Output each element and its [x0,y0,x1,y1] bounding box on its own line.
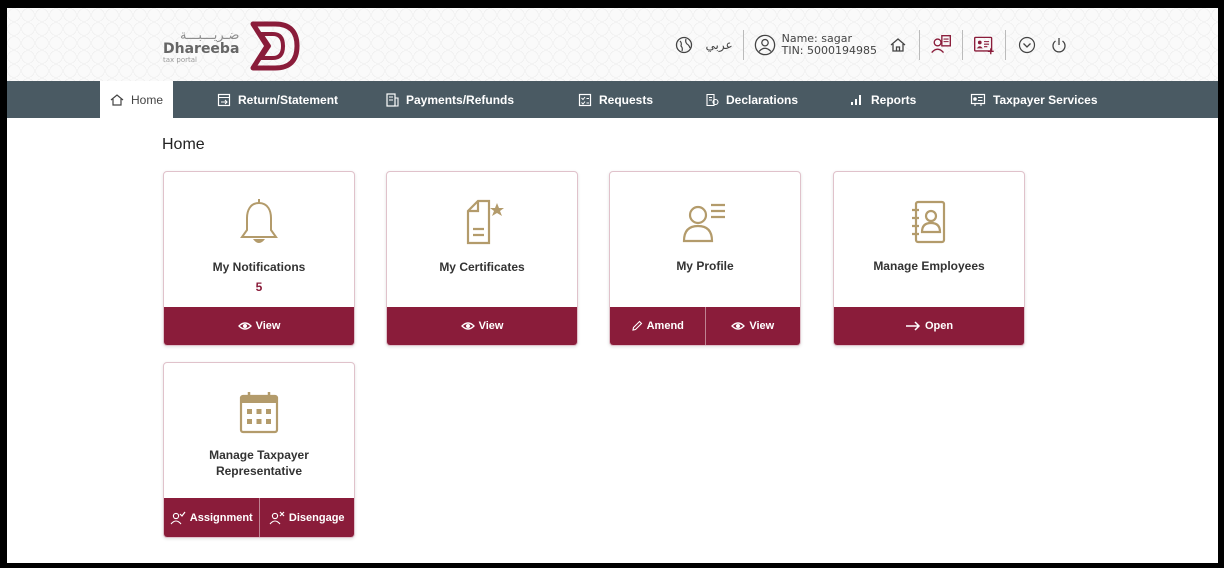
portal-window: ضـريـــبـــة Dhareeba tax portal عربي Na… [7,8,1218,563]
card-body: Manage Employees [834,172,1024,274]
id-card-icon[interactable] [973,34,995,56]
card-body: Manage Taxpayer Representative [164,363,354,479]
eye-icon [731,322,746,330]
eye-icon [237,322,252,330]
nav-item-reports[interactable]: Reports [850,81,916,118]
card-title: My Profile [676,259,734,273]
card-actions: Open [834,307,1024,345]
nav-item-payments-refunds[interactable]: Payments/Refunds [385,81,514,118]
eye-icon [460,322,475,330]
view-button[interactable]: View [164,307,354,345]
amend-label: Amend [646,320,684,332]
card-actions: Assignment Disengage [164,498,354,537]
user-tin: TIN: 5000194985 [781,44,877,57]
view-button[interactable]: View [387,307,577,345]
logo-arabic: ضـريـــبـــة [180,27,240,43]
header: ضـريـــبـــة Dhareeba tax portal عربي Na… [7,8,1218,81]
disengage-label: Disengage [288,511,345,524]
language-switch[interactable]: عربي [705,38,732,52]
address-book-icon [912,200,946,244]
nav-item-label: Home [131,92,164,107]
user-x-icon [269,511,285,524]
header-toolbar: عربي Name: sagar TIN: 5000194985 [673,28,1070,62]
nav-item-label: Payments/Refunds [406,92,515,107]
open-button[interactable]: Open [834,307,1024,345]
view-button[interactable]: View [704,307,801,345]
card-actions: Amend View [610,307,800,345]
declarations-icon [706,93,719,106]
card-manage-taxpayer-representative: Manage Taxpayer Representative Assignmen… [163,362,355,538]
nav-item-label: Declarations [726,92,799,107]
payments-icon [386,92,399,107]
taxpayer-services-icon [970,93,986,106]
card-body: My Profile [610,172,800,274]
divider [742,30,744,60]
card-title-line: Representative [215,464,303,478]
nav-item-requests[interactable]: Requests [578,81,653,118]
card-title: My Certificates [439,260,525,274]
card-title: Manage Taxpayer Representative [209,447,309,479]
view-label: View [255,320,281,332]
card-my-certificates: My Certificates View [386,171,578,346]
reports-icon [851,94,861,105]
arrow-right-icon [905,321,920,331]
divider [962,30,963,60]
main-nav: Home Return/Statement Payments/Refunds R… [7,81,1218,118]
user-details: Name: sagar TIN: 5000194985 [782,33,877,57]
card-title: Manage Employees [873,259,985,273]
card-manage-employees: Manage Employees Open [833,171,1025,346]
nav-item-home[interactable]: Home [100,81,174,118]
requests-icon [578,93,592,106]
open-label: Open [924,320,954,332]
power-icon[interactable] [1048,34,1070,56]
notification-count: 5 [255,280,263,294]
nav-item-label: Return/Statement [238,92,339,107]
card-body: My Notifications 5 [164,172,354,294]
card-actions: View [387,307,577,345]
user-check-icon [170,511,186,524]
user-info[interactable]: Name: sagar TIN: 5000194985 [754,33,877,57]
nav-item-return-statement[interactable]: Return/Statement [217,81,338,118]
logo-tagline: tax portal [163,55,197,64]
home-icon[interactable] [887,34,909,56]
logo-name: Dhareeba [163,40,240,57]
amend-button[interactable]: Amend [610,307,705,345]
card-body: My Certificates [387,172,577,275]
card-my-profile: My Profile Amend View [609,171,801,346]
dhareeba-logo-icon [250,21,300,71]
divider [1005,30,1006,60]
nav-item-label: Requests [599,92,654,107]
logo-text: ضـريـــبـــة Dhareeba tax portal [163,29,239,64]
nav-item-label: Reports [871,92,917,107]
home-icon [110,93,124,106]
certificate-icon [466,199,504,245]
divider [919,30,920,60]
bell-icon [240,199,278,243]
calendar-icon [239,392,279,434]
nav-item-declarations[interactable]: Declarations [705,81,798,118]
nav-item-taxpayer-services[interactable]: Taxpayer Services [970,81,1098,118]
card-title-line: Manage Taxpayer [209,448,309,462]
logo[interactable]: ضـريـــبـــة Dhareeba tax portal [163,20,301,72]
nav-item-label: Taxpayer Services [993,92,1098,107]
globe-icon[interactable] [673,34,695,56]
view-label: View [749,320,775,332]
card-my-notifications: My Notifications 5 View [163,171,355,346]
assignment-button[interactable]: Assignment [164,498,259,537]
card-actions: View [164,307,354,345]
chevron-down-circle-icon[interactable] [1016,34,1038,56]
switch-user-icon[interactable] [930,34,952,56]
view-label: View [478,320,504,332]
page-title: Home [162,136,205,153]
disengage-button[interactable]: Disengage [258,498,355,537]
assignment-label: Assignment [189,511,253,524]
profile-icon [682,203,725,243]
card-title: My Notifications [212,260,306,274]
user-circle-icon [754,34,776,56]
return-icon [217,93,231,106]
pencil-icon [631,320,642,331]
